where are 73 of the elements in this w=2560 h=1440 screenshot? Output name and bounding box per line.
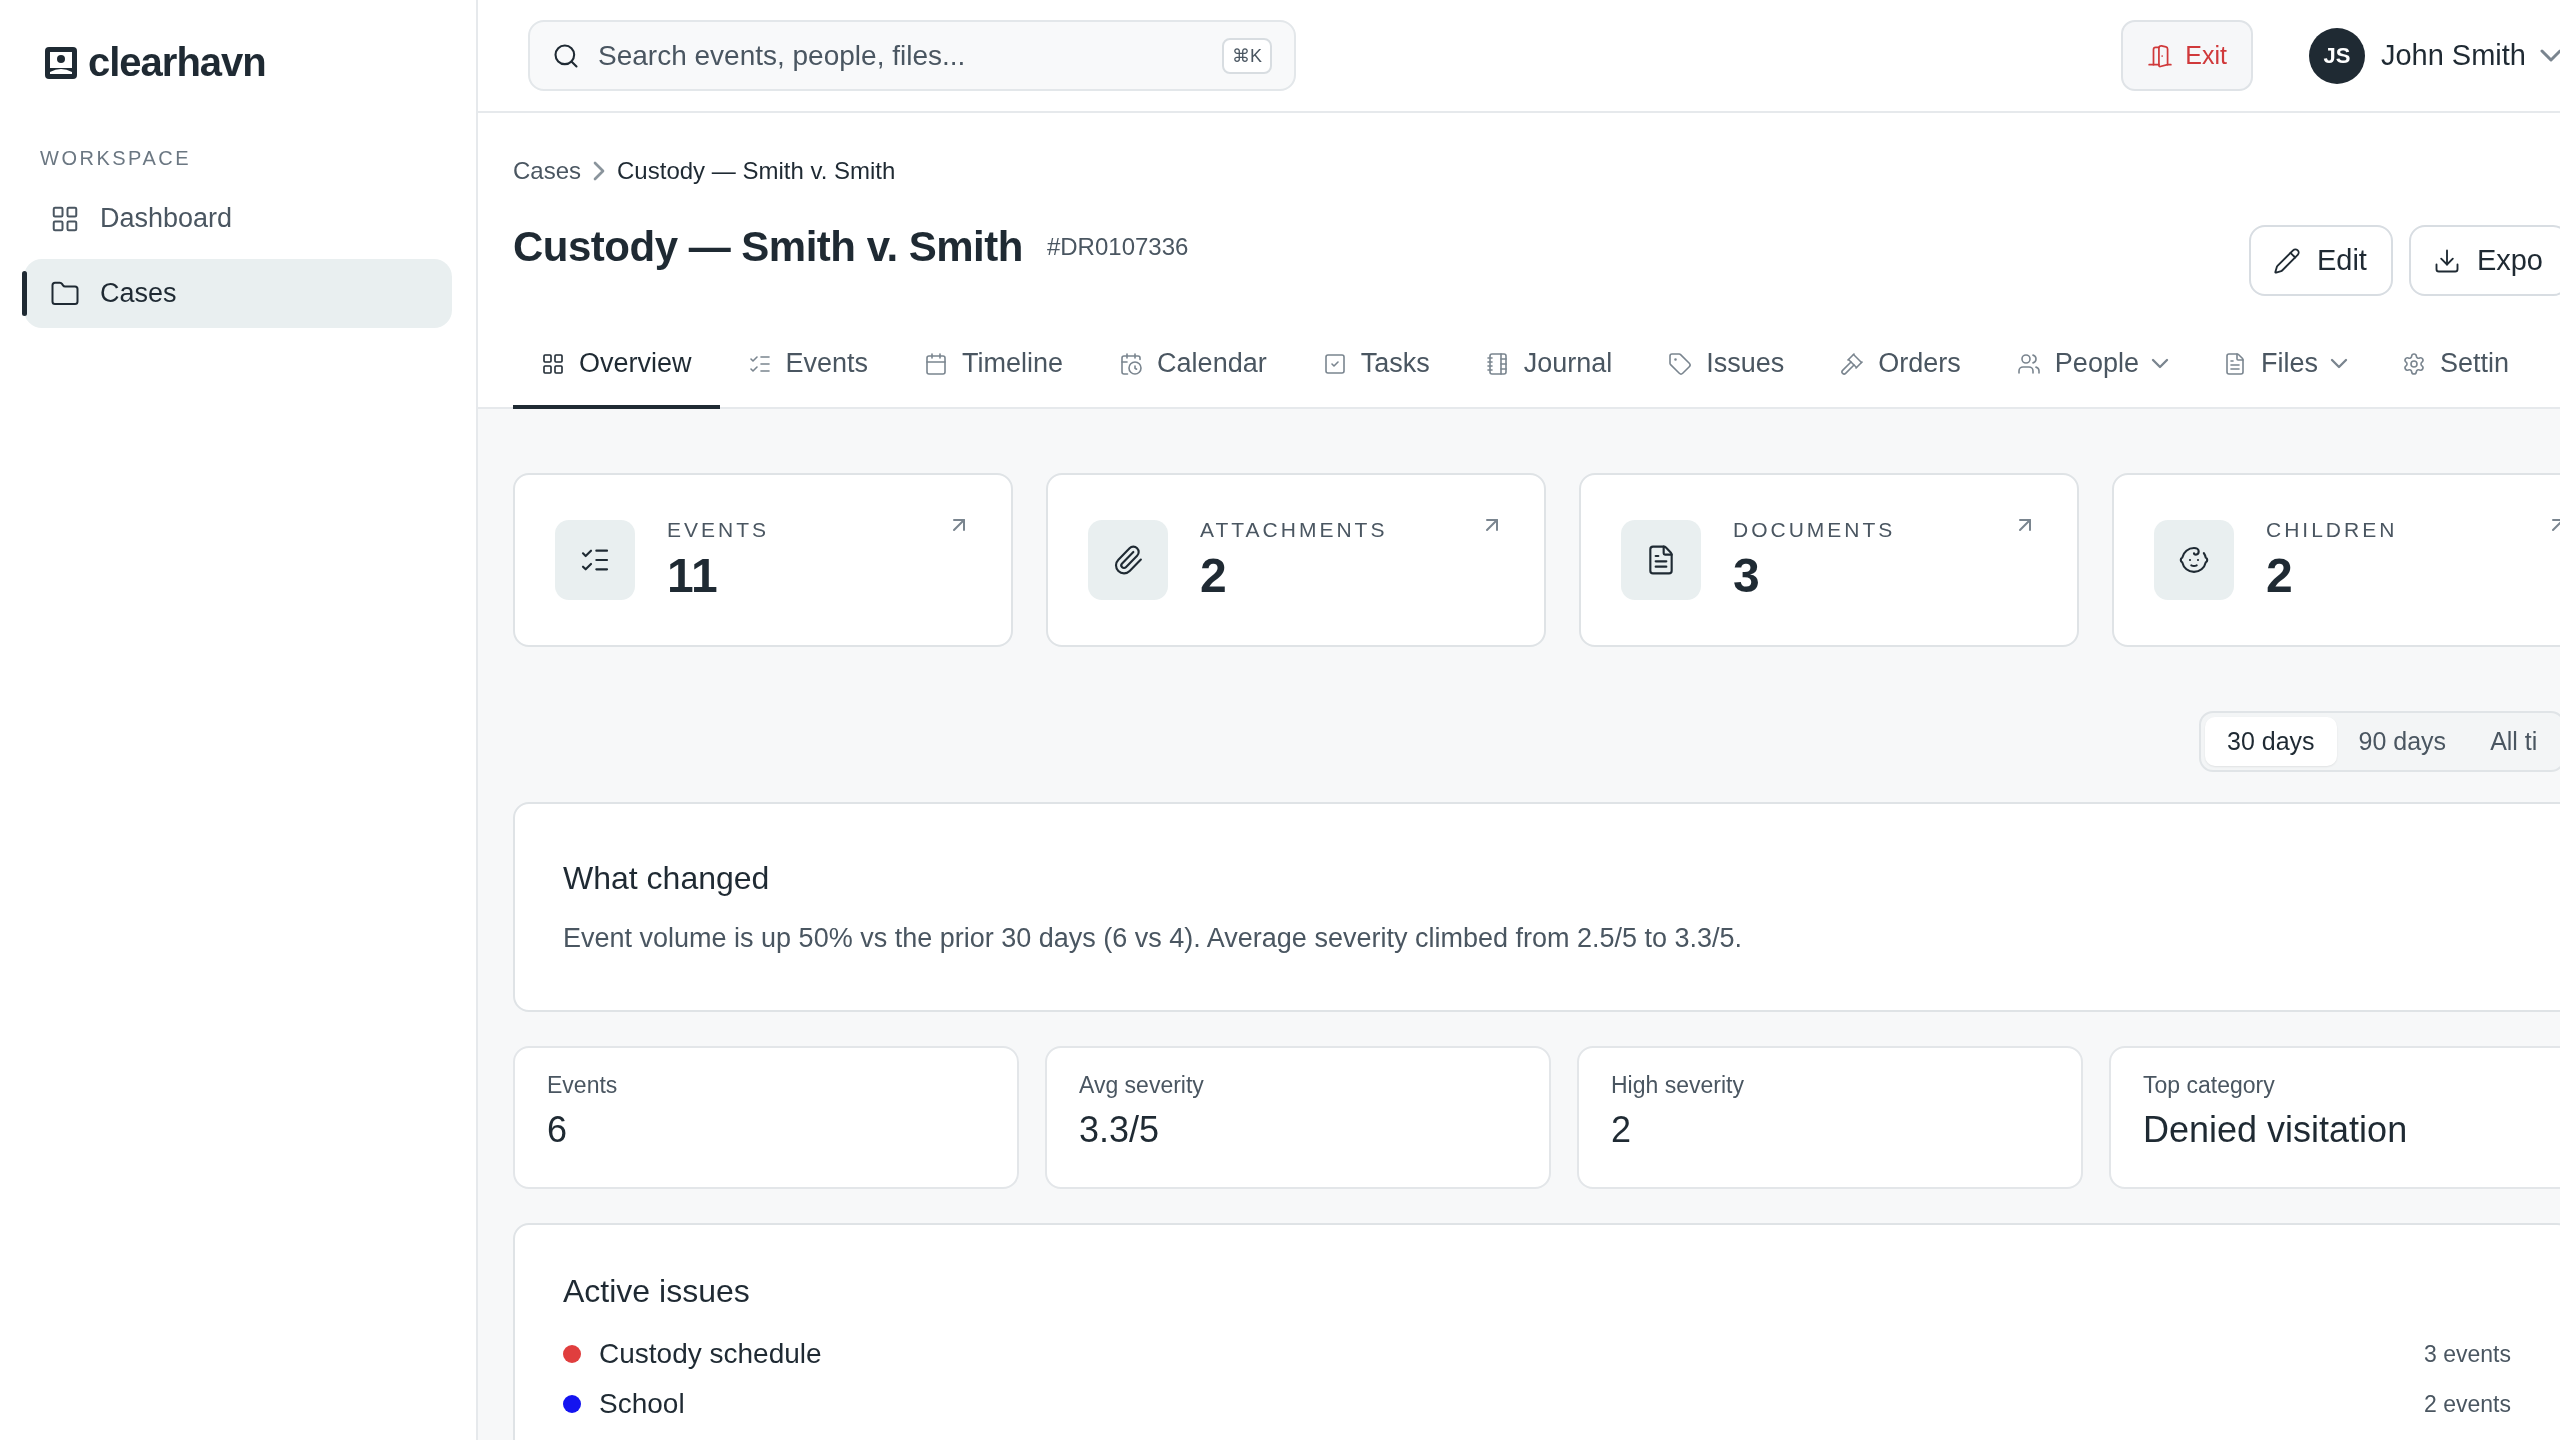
stat-card[interactable]: CHILDREN 2 (2112, 473, 2560, 647)
issue-count: 2 events (2424, 1390, 2511, 1418)
calendar-clock-icon (1119, 351, 1144, 376)
range-option[interactable]: 30 days (2205, 717, 2337, 766)
door-icon (2147, 42, 2174, 69)
paperclip-icon (1112, 544, 1144, 576)
people-icon (2016, 351, 2041, 376)
shortcut-hint: ⌘K (1222, 37, 1272, 74)
breadcrumb-link[interactable]: Custody — Smith v. Smith (617, 157, 896, 185)
issue-name: School (599, 1388, 685, 1420)
case-number: #DR0107336 (1046, 232, 1189, 261)
stat-label: EVENTS (667, 517, 770, 542)
brand-name: clearhavn (88, 40, 266, 85)
baby-face-icon (2178, 544, 2210, 576)
tab[interactable]: Tasks (1294, 330, 1458, 409)
checkbox-icon (1322, 351, 1347, 376)
search-field[interactable]: Search events, people, files... ⌘K (528, 20, 1296, 91)
issue-name: Custody schedule (599, 1338, 822, 1370)
metric-label: High severity (1611, 1072, 1745, 1099)
stat-label: CHILDREN (2266, 517, 2398, 542)
metric-label: Top category (2143, 1072, 2276, 1099)
stat-value: 2 (1200, 547, 1228, 603)
metric-value: 6 (547, 1109, 569, 1151)
metric-value: Denied visitation (2143, 1109, 2409, 1151)
metric-label: Events (547, 1072, 619, 1099)
stat-card[interactable]: ATTACHMENTS 2 (1046, 473, 1546, 647)
tab[interactable]: Issues (1640, 330, 1813, 409)
chevron-down-icon (2542, 51, 2560, 60)
action-button[interactable]: Edit (2248, 225, 2393, 296)
settings-icon (2401, 351, 2426, 376)
calendar-icon (924, 351, 949, 376)
stat-value: 3 (1733, 547, 1761, 603)
section-heading: WORKSPACE (39, 147, 193, 170)
search-input[interactable]: Search events, people, files... (596, 38, 1206, 73)
stat-label: ATTACHMENTS (1200, 517, 1388, 542)
action-button[interactable]: Expo (2408, 225, 2560, 296)
breadcrumb-link[interactable]: Cases (513, 157, 582, 185)
range-option[interactable]: 90 days (2336, 717, 2469, 766)
metric-value: 3.3/5 (1079, 1109, 1161, 1151)
tab[interactable]: Timeline (896, 330, 1092, 409)
card-title: Active issues (563, 1273, 751, 1310)
gavel-icon (1840, 351, 1865, 376)
stat-card[interactable]: EVENTS 11 (513, 473, 1013, 647)
tab[interactable]: Calendar (1091, 330, 1295, 409)
stat-card[interactable]: DOCUMENTS 3 (1579, 473, 2079, 647)
exit-button[interactable]: Exit (2121, 20, 2253, 91)
case-title: Custody — Smith v. Smith (513, 222, 1023, 271)
tab[interactable]: Journal (1457, 330, 1641, 409)
issue-count: 3 events (2424, 1340, 2511, 1368)
tab[interactable]: Files (2194, 330, 2374, 409)
tab[interactable]: People (1988, 330, 2195, 409)
chevron-right-icon (595, 163, 604, 179)
user-menu[interactable]: JS John Smith (2308, 27, 2560, 84)
sidebar-item[interactable]: Dashboard (24, 184, 452, 253)
stat-value: 2 (2266, 547, 2294, 603)
metric-label: Avg severity (1079, 1072, 1205, 1099)
tab[interactable]: Settin (2373, 330, 2537, 409)
stat-label: DOCUMENTS (1733, 517, 1896, 542)
card-title: What changed (563, 860, 771, 897)
search-icon (552, 41, 580, 70)
grid-icon (541, 351, 565, 376)
stat-value: 11 (667, 547, 719, 603)
pencil-icon (2272, 246, 2301, 275)
range-option[interactable]: All ti (2468, 717, 2560, 766)
logo-icon (44, 45, 78, 80)
notebook-icon (1485, 351, 1510, 376)
user-avatar: JS (2308, 27, 2365, 84)
tag-icon (1668, 351, 1693, 376)
tab[interactable]: Events (719, 330, 897, 409)
metric-value: 2 (1611, 1109, 1633, 1151)
sidebar-item[interactable]: Cases (24, 259, 452, 328)
summary-text: Event volume is up 50% vs the prior 30 days (6 vs 4). Average severity climbed from 2.5/5 to 3.3/5. (563, 923, 1744, 954)
tab[interactable]: Orders (1812, 330, 1989, 409)
